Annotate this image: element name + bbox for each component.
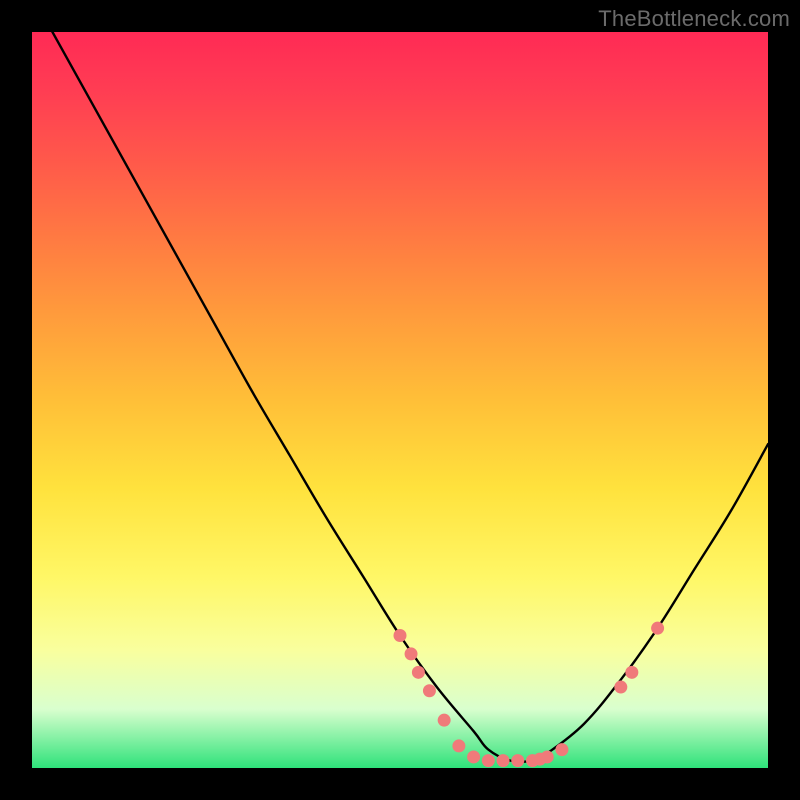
curve-marker (482, 754, 495, 767)
curve-marker (497, 754, 510, 767)
curve-marker (511, 754, 524, 767)
curve-marker (438, 714, 451, 727)
bottleneck-curve (32, 32, 768, 762)
curve-marker (412, 666, 425, 679)
watermark-text: TheBottleneck.com (598, 6, 790, 32)
curve-marker (614, 681, 627, 694)
curve-marker (541, 750, 554, 763)
curve-layer (32, 32, 768, 768)
curve-marker (555, 743, 568, 756)
plot-area (32, 32, 768, 768)
curve-marker (423, 684, 436, 697)
curve-marker (394, 629, 407, 642)
curve-marker (467, 750, 480, 763)
chart-stage: TheBottleneck.com (0, 0, 800, 800)
curve-marker (452, 739, 465, 752)
curve-marker (405, 647, 418, 660)
curve-marker (651, 622, 664, 635)
curve-markers (394, 622, 665, 767)
curve-marker (625, 666, 638, 679)
